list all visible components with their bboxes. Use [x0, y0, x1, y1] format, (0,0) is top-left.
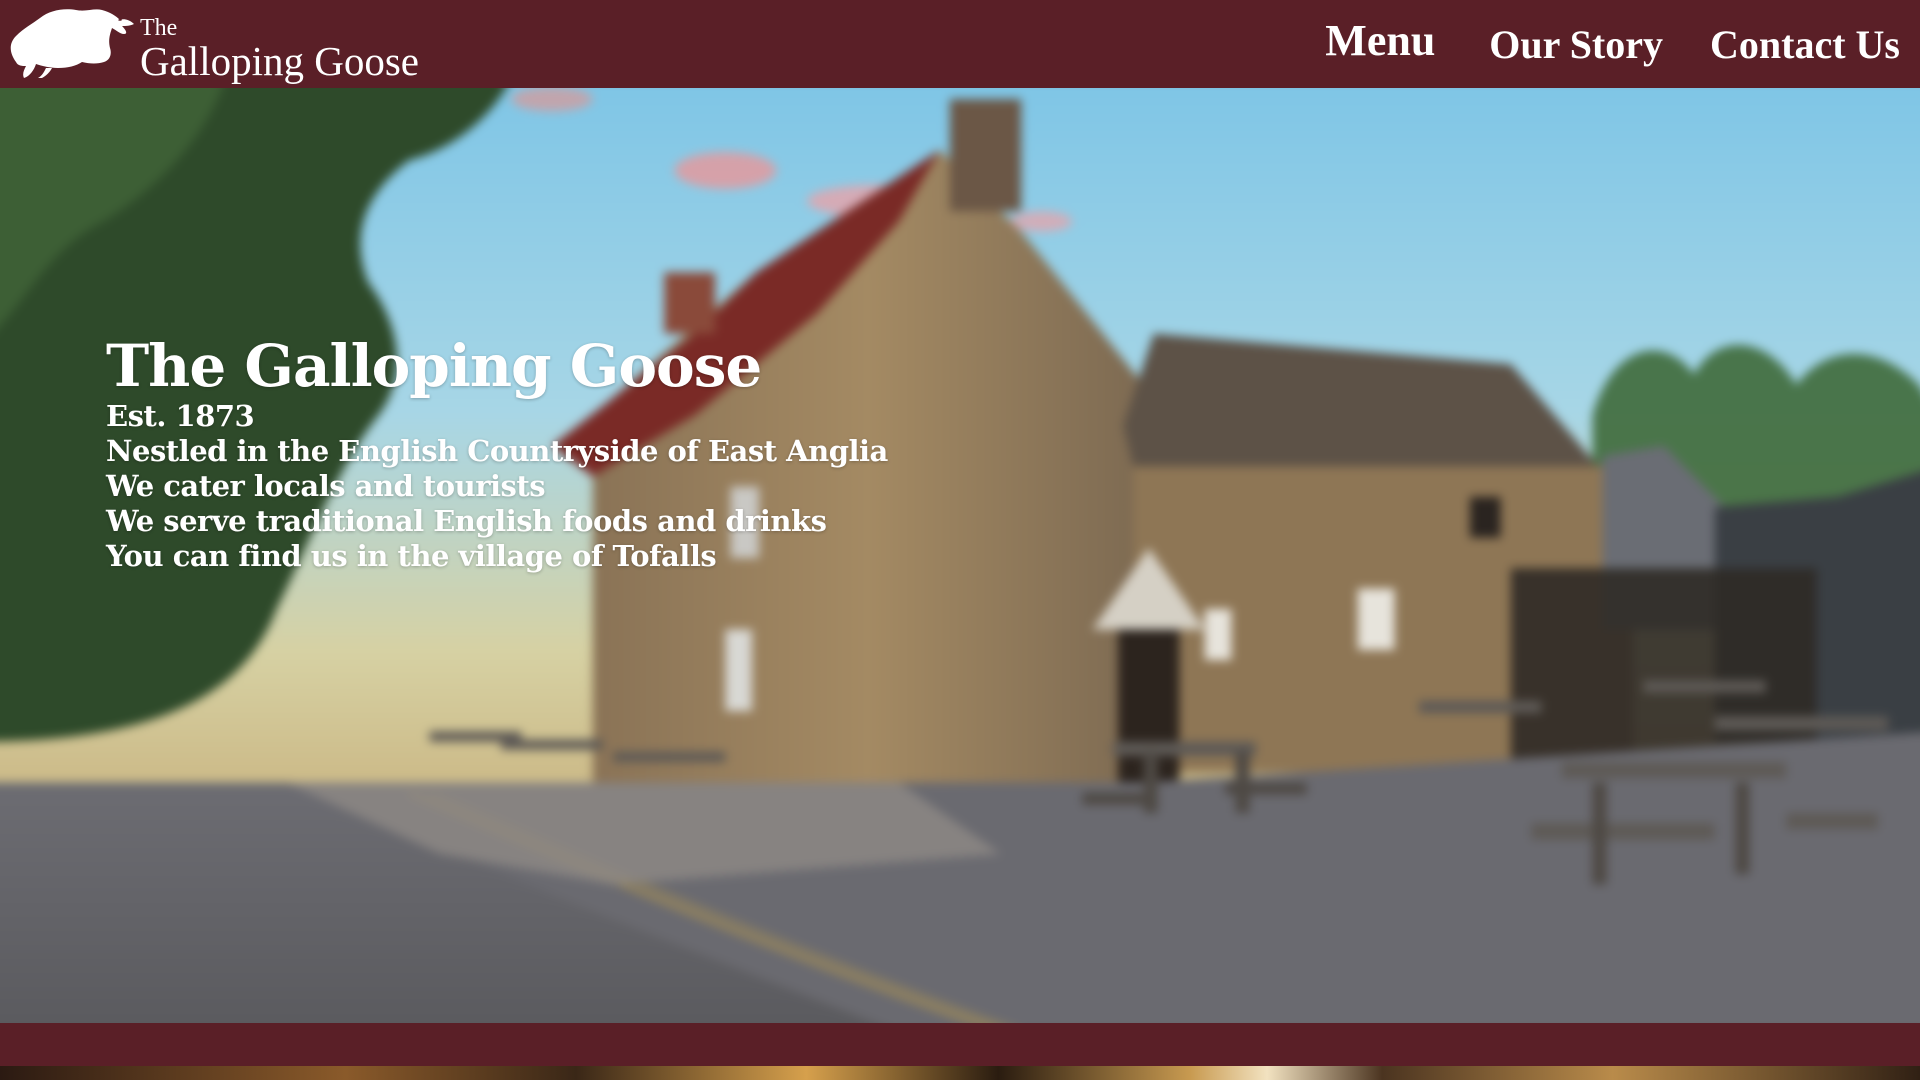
nav-link-contact-us[interactable]: Contact Us: [1710, 21, 1900, 68]
goose-logo-icon: [10, 9, 135, 78]
nav-link-our-story[interactable]: Our Story: [1489, 21, 1663, 68]
hero-title: The Galloping Goose: [106, 332, 762, 400]
hero-section: The Galloping Goose Est. 1873 Nestled in…: [0, 88, 1920, 1023]
hero-location-line: Nestled in the English Countryside of Ea…: [106, 434, 888, 468]
hero-village-line: You can find us in the village of Tofall…: [106, 539, 717, 573]
hero-established-line: Est. 1873: [106, 399, 255, 433]
section-divider: [0, 1023, 1920, 1066]
site-header: The Galloping Goose Menu Our Story Conta…: [0, 0, 1920, 88]
main-nav: Menu Our Story Contact Us: [1325, 0, 1900, 88]
nav-link-menu[interactable]: Menu: [1325, 15, 1435, 66]
next-section-image-strip: [0, 1066, 1920, 1080]
logo-text-small: The: [140, 15, 178, 41]
hero-food-line: We serve traditional English foods and d…: [106, 504, 827, 538]
hero-audience-line: We cater locals and tourists: [106, 469, 546, 503]
hero-text-block: The Galloping Goose Est. 1873 Nestled in…: [106, 333, 888, 574]
logo-text-name: Galloping Goose: [140, 38, 419, 84]
site-logo[interactable]: The Galloping Goose: [6, 4, 446, 84]
